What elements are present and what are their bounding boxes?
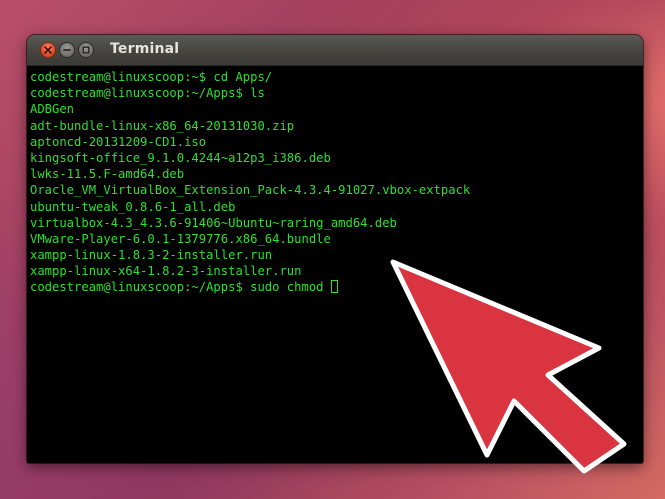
terminal-line: VMware-Player-6.0.1-1379776.x86_64.bundl…	[30, 231, 331, 246]
terminal-line: ubuntu-tweak_0.8.6-1_all.deb	[30, 199, 236, 214]
command-prompt-line[interactable]: codestream@linuxscoop:~/Apps$ sudo chmod	[30, 279, 643, 295]
maximize-icon	[82, 46, 90, 54]
close-button[interactable]	[40, 42, 56, 58]
terminal-output[interactable]: codestream@linuxscoop:~$ cd Apps/ codest…	[27, 66, 643, 463]
text-cursor	[330, 280, 338, 294]
minimize-icon	[63, 49, 71, 51]
terminal-line: aptoncd-20131209-CD1.iso	[30, 134, 207, 149]
terminal-line: Oracle_VM_VirtualBox_Extension_Pack-4.3.…	[30, 183, 471, 198]
close-icon	[44, 46, 52, 54]
terminal-line: lwks-11.5.F-amd64.deb	[30, 167, 185, 182]
command-input[interactable]: sudo chmod	[250, 280, 331, 294]
terminal-line: codestream@linuxscoop:~$ cd Apps/	[30, 70, 273, 84]
maximize-button[interactable]	[78, 42, 94, 58]
terminal-window: Terminal codestream@linuxscoop:~$ cd App…	[27, 35, 643, 463]
prompt-text: codestream@linuxscoop:~/Apps$	[30, 280, 251, 295]
terminal-line: xampp-linux-x64-1.8.2-3-installer.run	[30, 264, 302, 279]
terminal-line: ADBGen	[30, 102, 75, 117]
terminal-line: codestream@linuxscoop:~/Apps$ ls	[30, 86, 265, 101]
terminal-line: adt-bundle-linux-x86_64-20131030.zip	[30, 118, 295, 133]
title-bar[interactable]: Terminal	[27, 35, 643, 66]
minimize-button[interactable]	[59, 42, 75, 58]
terminal-line: xampp-linux-1.8.3-2-installer.run	[30, 248, 273, 263]
terminal-line: kingsoft-office_9.1.0.4244~a12p3_i386.de…	[30, 150, 331, 165]
window-title: Terminal	[110, 41, 180, 57]
terminal-line: virtualbox-4.3_4.3.6-91406~Ubuntu~raring…	[30, 215, 397, 230]
